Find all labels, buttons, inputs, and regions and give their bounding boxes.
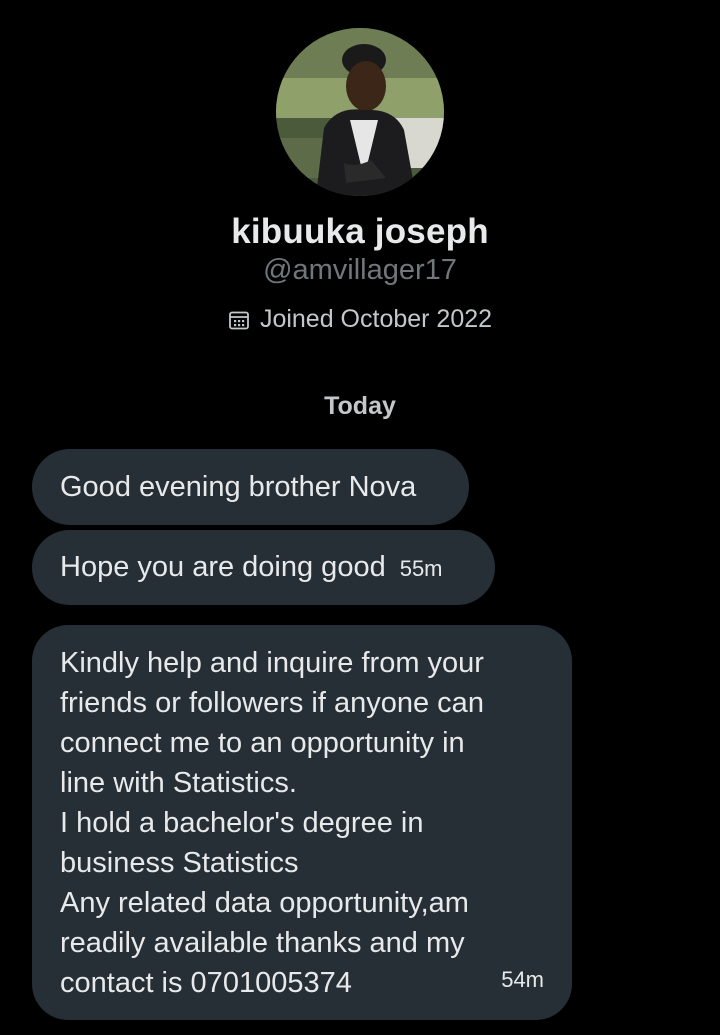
- profile-handle: @amvillager17: [263, 254, 457, 286]
- message-text: Good evening brother Nova: [60, 471, 417, 503]
- profile-name: kibuuka joseph: [231, 212, 489, 251]
- message-bubble[interactable]: Good evening brother Nova: [32, 449, 469, 525]
- message-time: 54m: [501, 967, 544, 992]
- message-text: Kindly help and inquire from your friend…: [60, 647, 484, 999]
- message-bubble[interactable]: Hope you are doing good 55m: [32, 530, 495, 605]
- avatar-photo: [276, 28, 444, 196]
- joined-label: Joined October 2022: [259, 305, 493, 333]
- date-separator: Today: [324, 392, 396, 420]
- avatar[interactable]: [276, 28, 444, 196]
- message-bubble[interactable]: Kindly help and inquire from your friend…: [32, 625, 572, 1020]
- message-time: 55m: [399, 556, 443, 581]
- calendar-icon: [228, 309, 250, 331]
- message-text: Hope you are doing good: [60, 551, 386, 583]
- joined-date: Joined October 2022: [0, 305, 720, 334]
